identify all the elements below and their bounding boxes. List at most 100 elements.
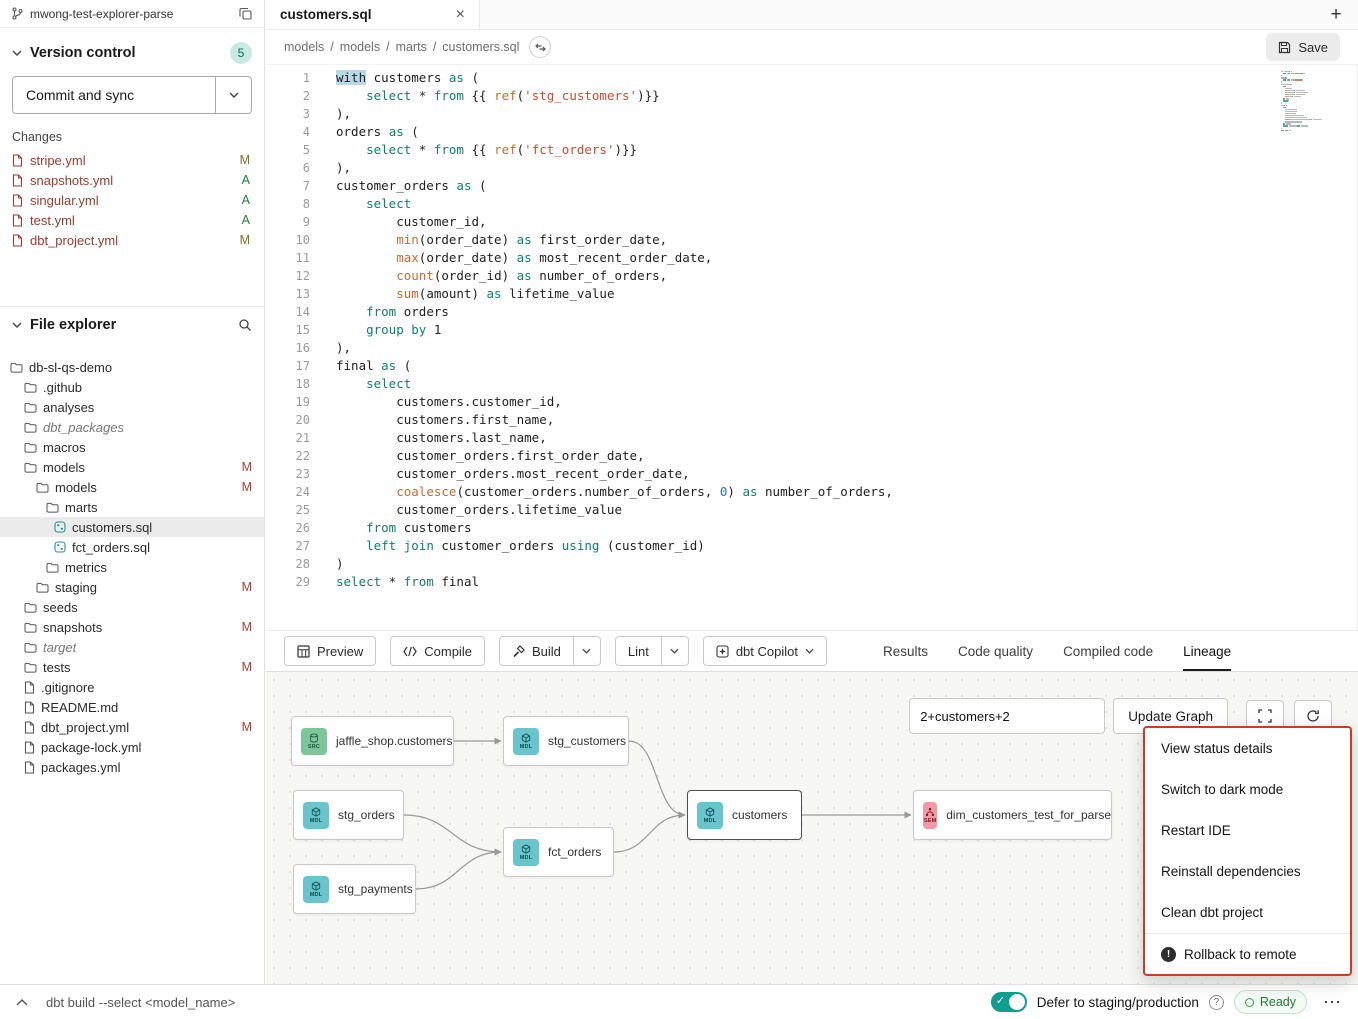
file-tree-item-analyses[interactable]: analyses [0, 397, 264, 417]
code-line[interactable]: 28) [266, 555, 1357, 573]
compile-button[interactable]: Compile [390, 636, 485, 666]
commit-and-sync-button[interactable]: Commit and sync [12, 76, 252, 114]
code-line[interactable]: 15 group by 1 [266, 321, 1357, 339]
code-line[interactable]: 9 customer_id, [266, 213, 1357, 231]
file-tree-item-gitignore[interactable]: .gitignore [0, 677, 264, 697]
code-line[interactable]: 1with customers as ( [266, 69, 1357, 87]
code-line[interactable]: 2 select * from {{ ref('stg_customers')}… [266, 87, 1357, 105]
breadcrumb-item-marts[interactable]: marts [396, 40, 427, 54]
new-tab-button[interactable]: + [1314, 0, 1358, 29]
lineage-node-fct-orders[interactable]: MDLfct_orders [503, 827, 614, 877]
code-line[interactable]: 4orders as ( [266, 123, 1357, 141]
file-tree-item-macros[interactable]: macros [0, 437, 264, 457]
file-tree-item-package-lock-yml[interactable]: package-lock.yml [0, 737, 264, 757]
lineage-node-jaffle-shop-customers[interactable]: SRCjaffle_shop.customers [291, 716, 454, 766]
code-line[interactable]: 26 from customers [266, 519, 1357, 537]
menu-item-rollback-to-remote[interactable]: !Rollback to remote [1145, 933, 1350, 974]
lineage-node-stg-orders[interactable]: MDLstg_orders [293, 790, 404, 840]
copy-branch-icon[interactable] [239, 7, 252, 20]
tab-customers-sql[interactable]: customers.sql × [266, 0, 480, 29]
lineage-selector-input[interactable] [909, 698, 1105, 734]
file-tree-item-fct-orders-sql[interactable]: fct_orders.sql [0, 537, 264, 557]
close-tab-icon[interactable]: × [456, 7, 465, 23]
search-icon[interactable] [238, 318, 252, 332]
editor-minimap[interactable] [1281, 71, 1341, 132]
commit-options-chevron[interactable] [215, 77, 251, 113]
more-options-icon[interactable]: ⋯ [1323, 993, 1342, 1011]
file-tree-item-db-sl-qs-demo[interactable]: db-sl-qs-demo [0, 357, 264, 377]
file-tree-item-dbt-project-yml[interactable]: dbt_project.ymlM [0, 717, 264, 737]
code-line[interactable]: 17final as ( [266, 357, 1357, 375]
file-tree-item-packages-yml[interactable]: packages.yml [0, 757, 264, 777]
changed-file-stripe-yml[interactable]: stripe.ymlM [0, 150, 264, 170]
code-line[interactable]: 23 customer_orders.most_recent_order_dat… [266, 465, 1357, 483]
file-explorer-header[interactable]: File explorer [0, 307, 264, 343]
status-badge[interactable]: Ready [1234, 990, 1307, 1014]
save-button[interactable]: Save [1266, 33, 1340, 61]
lineage-node-stg-payments[interactable]: MDLstg_payments [293, 864, 416, 914]
code-line[interactable]: 7customer_orders as ( [266, 177, 1357, 195]
code-line[interactable]: 16), [266, 339, 1357, 357]
panel-tab-code-quality[interactable]: Code quality [958, 631, 1033, 671]
code-line[interactable]: 3), [266, 105, 1357, 123]
lint-options-chevron[interactable] [662, 636, 689, 666]
changed-file-test-yml[interactable]: test.ymlA [0, 210, 264, 230]
build-button[interactable]: Build [499, 636, 574, 666]
code-line[interactable]: 25 customer_orders.lifetime_value [266, 501, 1357, 519]
file-tree-item-dbt-packages[interactable]: dbt_packages [0, 417, 264, 437]
file-tree-item-models[interactable]: modelsM [0, 477, 264, 497]
menu-item-restart-ide[interactable]: Restart IDE [1145, 810, 1350, 851]
file-tree-item-tests[interactable]: testsM [0, 657, 264, 677]
collapse-panel-icon[interactable] [16, 999, 28, 1006]
code-line[interactable]: 11 max(order_date) as most_recent_order_… [266, 249, 1357, 267]
lineage-node-stg-customers[interactable]: MDLstg_customers [503, 716, 629, 766]
file-tree-item-customers-sql[interactable]: customers.sql [0, 517, 264, 537]
preview-button[interactable]: Preview [284, 636, 376, 666]
file-tree-item-marts[interactable]: marts [0, 497, 264, 517]
file-tree-item-models[interactable]: modelsM [0, 457, 264, 477]
code-line[interactable]: 13 sum(amount) as lifetime_value [266, 285, 1357, 303]
file-tree-item-seeds[interactable]: seeds [0, 597, 264, 617]
code-line[interactable]: 14 from orders [266, 303, 1357, 321]
code-line[interactable]: 22 customer_orders.first_order_date, [266, 447, 1357, 465]
file-tree-item-metrics[interactable]: metrics [0, 557, 264, 577]
help-icon[interactable]: ? [1209, 995, 1224, 1010]
file-tree-item-target[interactable]: target [0, 637, 264, 657]
code-line[interactable]: 10 min(order_date) as first_order_date, [266, 231, 1357, 249]
breadcrumb-item-customers-sql[interactable]: customers.sql [442, 40, 519, 54]
defer-toggle[interactable]: ✓ [991, 992, 1027, 1012]
file-actions-icon[interactable] [529, 36, 551, 58]
lint-button[interactable]: Lint [615, 636, 662, 666]
code-line[interactable]: 5 select * from {{ ref('fct_orders')}} [266, 141, 1357, 159]
dbt-copilot-button[interactable]: dbt Copilot [703, 636, 827, 666]
code-line[interactable]: 12 count(order_id) as number_of_orders, [266, 267, 1357, 285]
code-line[interactable]: 27 left join customer_orders using (cust… [266, 537, 1357, 555]
code-line[interactable]: 6), [266, 159, 1357, 177]
code-line[interactable]: 29select * from final [266, 573, 1357, 591]
file-tree-item-readme-md[interactable]: README.md [0, 697, 264, 717]
breadcrumb-item-models[interactable]: models [340, 40, 380, 54]
code-line[interactable]: 19 customers.customer_id, [266, 393, 1357, 411]
changed-file-snapshots-yml[interactable]: snapshots.ymlA [0, 170, 264, 190]
file-tree-item-github[interactable]: .github [0, 377, 264, 397]
changed-file-dbt-project-yml[interactable]: dbt_project.ymlM [0, 230, 264, 250]
changed-file-singular-yml[interactable]: singular.ymlA [0, 190, 264, 210]
panel-tab-lineage[interactable]: Lineage [1183, 631, 1231, 671]
code-editor[interactable]: 1with customers as (2 select * from {{ r… [266, 65, 1358, 630]
breadcrumb-item-models[interactable]: models [284, 40, 324, 54]
command-prompt-text[interactable]: dbt build --select <model_name> [46, 995, 235, 1010]
menu-item-clean-dbt-project[interactable]: Clean dbt project [1145, 892, 1350, 933]
file-tree-item-snapshots[interactable]: snapshotsM [0, 617, 264, 637]
menu-item-view-status-details[interactable]: View status details [1145, 728, 1350, 769]
menu-item-switch-to-dark-mode[interactable]: Switch to dark mode [1145, 769, 1350, 810]
code-line[interactable]: 18 select [266, 375, 1357, 393]
code-line[interactable]: 8 select [266, 195, 1357, 213]
version-control-header[interactable]: Version control 5 [0, 38, 264, 68]
lineage-node-customers[interactable]: MDLcustomers [687, 790, 802, 840]
code-line[interactable]: 20 customers.first_name, [266, 411, 1357, 429]
lineage-node-dim-customers-test-for-parse[interactable]: SEMdim_customers_test_for_parse [913, 790, 1112, 840]
build-options-chevron[interactable] [574, 636, 601, 666]
file-tree-item-staging[interactable]: stagingM [0, 577, 264, 597]
panel-tab-compiled-code[interactable]: Compiled code [1063, 631, 1153, 671]
menu-item-reinstall-dependencies[interactable]: Reinstall dependencies [1145, 851, 1350, 892]
